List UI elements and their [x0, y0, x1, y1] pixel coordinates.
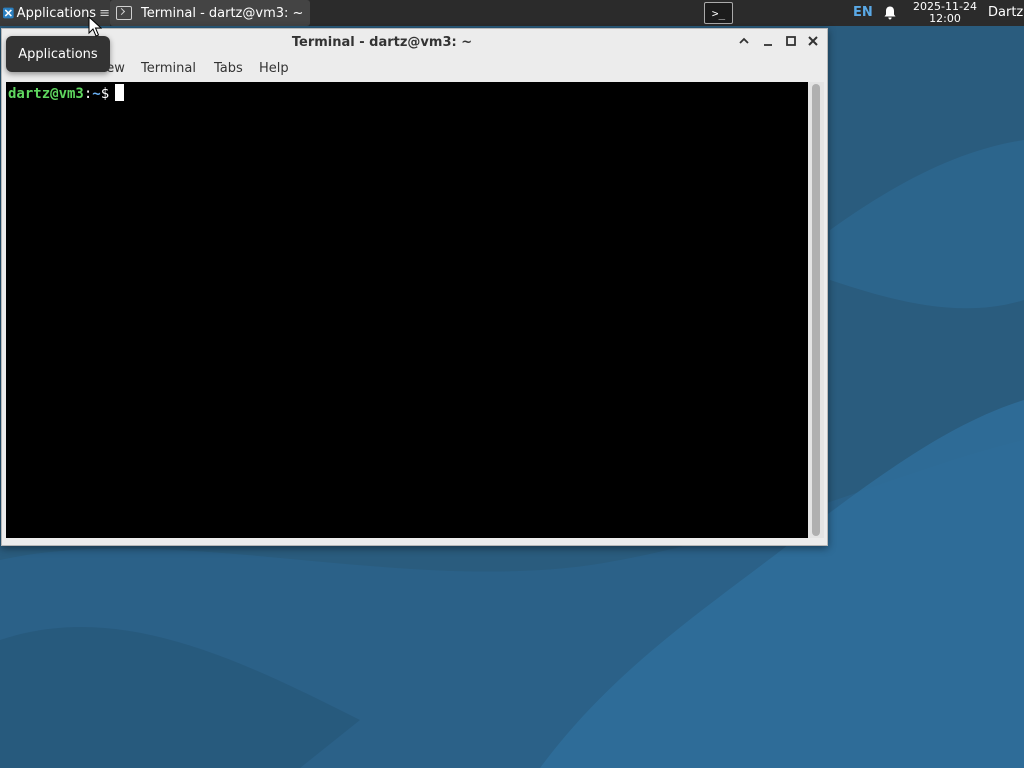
menu-tabs[interactable]: Tabs [214, 61, 243, 76]
prompt-path: ~ [92, 86, 101, 102]
top-panel: Applications ≡ Terminal - dartz@vm3: ~ >… [0, 0, 1024, 26]
taskbar-window-title: Terminal - dartz@vm3: ~ [141, 5, 304, 21]
close-icon [808, 36, 818, 46]
bell-icon[interactable] [882, 5, 898, 21]
roll-up-button[interactable] [736, 35, 752, 51]
prompt-symbol: $ [100, 86, 110, 102]
minimize-button[interactable] [760, 35, 776, 51]
terminal-launcher-icon[interactable]: >_ [704, 2, 733, 24]
xfce-applications-icon [3, 7, 14, 19]
prompt-user-host: dartz@vm3 [8, 86, 84, 102]
maximize-icon [786, 36, 796, 46]
terminal-output-area[interactable]: dartz@vm3:~$ [6, 82, 808, 538]
clock-time: 12:00 [929, 12, 961, 25]
menu-help[interactable]: Help [259, 61, 289, 76]
user-menu-button[interactable]: Dartz [988, 0, 1023, 26]
applications-tooltip: Applications [6, 36, 110, 72]
scrollbar-thumb[interactable] [812, 84, 820, 536]
mouse-pointer-icon [88, 16, 102, 37]
taskbar-terminal-window[interactable]: Terminal - dartz@vm3: ~ [110, 0, 310, 26]
minimize-icon [764, 44, 772, 46]
text-cursor [115, 84, 125, 101]
close-button[interactable] [805, 35, 821, 51]
applications-label: Applications [16, 5, 97, 21]
window-title: Terminal - dartz@vm3: ~ [291, 35, 473, 50]
terminal-icon [116, 6, 132, 20]
menu-terminal[interactable]: Terminal [141, 61, 196, 76]
maximize-button[interactable] [783, 35, 799, 51]
shell-prompt: dartz@vm3:~$ [8, 84, 125, 102]
terminal-window: Terminal - dartz@vm3: ~ File Edit View T… [1, 28, 828, 546]
menubar: File Edit View Terminal Tabs Help [2, 57, 827, 81]
panel-clock[interactable]: 2025-11-24 12:00 [910, 1, 980, 25]
keyboard-layout-indicator[interactable]: EN [853, 0, 873, 26]
window-titlebar[interactable]: Terminal - dartz@vm3: ~ [2, 29, 827, 57]
terminal-scrollbar[interactable] [808, 82, 824, 538]
chevron-up-icon [739, 37, 749, 44]
